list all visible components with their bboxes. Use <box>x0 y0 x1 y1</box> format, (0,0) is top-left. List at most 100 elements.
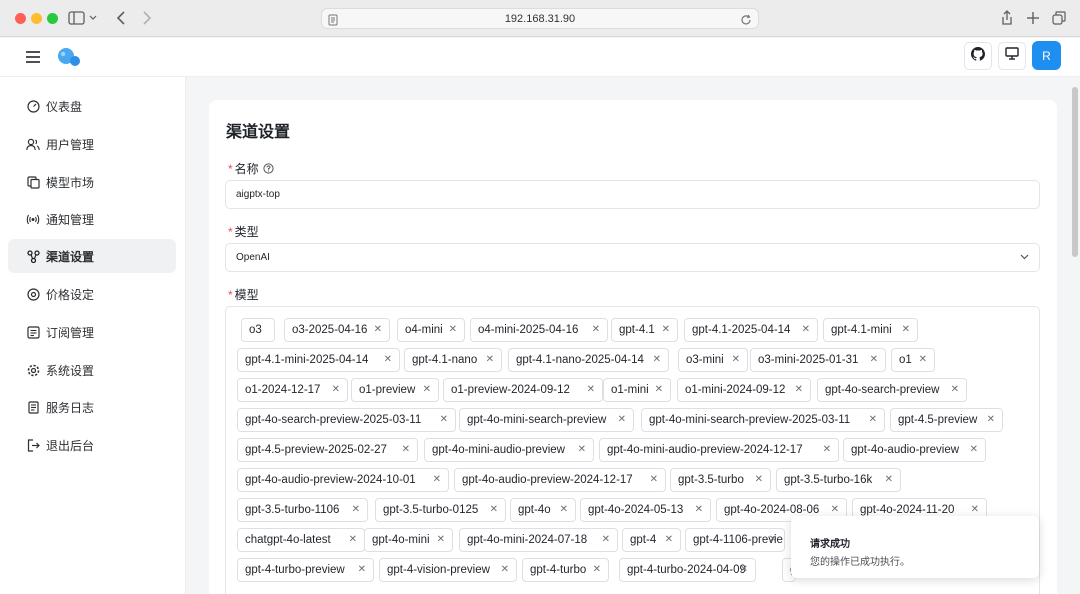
forward-icon[interactable] <box>140 9 154 27</box>
remove-tag-icon[interactable]: ✕ <box>486 349 494 371</box>
model-tag[interactable]: gpt-4-turbo-preview ✕ <box>237 558 374 582</box>
model-tag[interactable]: o3 <box>241 318 275 342</box>
sidebar-item-channels[interactable]: 渠道设置 <box>8 239 176 273</box>
model-tag[interactable]: gpt-3.5-turbo ✕ <box>670 468 771 492</box>
remove-tag-icon[interactable]: ✕ <box>740 559 748 581</box>
model-tag[interactable]: gpt-4-vision-preview ✕ <box>379 558 517 582</box>
model-tag[interactable]: o3-2025-04-16 ✕ <box>284 318 390 342</box>
remove-tag-icon[interactable]: ✕ <box>352 499 360 521</box>
remove-tag-icon[interactable]: ✕ <box>402 439 410 461</box>
remove-tag-icon[interactable]: ✕ <box>795 379 803 401</box>
remove-tag-icon[interactable]: ✕ <box>587 379 595 401</box>
sidebar-item-system-settings[interactable]: 系统设置 <box>8 353 176 387</box>
remove-tag-icon[interactable]: ✕ <box>987 409 995 431</box>
model-tag[interactable]: gpt-4o-mini-search-preview-2025-03-11 ✕ <box>641 408 885 432</box>
remove-tag-icon[interactable]: ✕ <box>802 319 810 341</box>
remove-tag-icon[interactable]: ✕ <box>665 529 673 551</box>
remove-tag-icon[interactable]: ✕ <box>655 379 663 401</box>
remove-tag-icon[interactable]: ✕ <box>618 409 626 431</box>
model-tag[interactable]: gpt-4o-mini-search-preview ✕ <box>459 408 634 432</box>
model-tag[interactable]: gpt-4o-mini ✕ <box>364 528 453 552</box>
remove-tag-icon[interactable]: ✕ <box>433 469 441 491</box>
remove-tag-icon[interactable]: ✕ <box>653 349 661 371</box>
zoom-window-button[interactable] <box>47 13 58 24</box>
model-tag[interactable]: gpt-4o-mini-audio-preview-2024-12-17 ✕ <box>599 438 839 462</box>
remove-tag-icon[interactable]: ✕ <box>870 349 878 371</box>
model-tag[interactable]: gpt-4.5-preview-2025-02-27 ✕ <box>237 438 418 462</box>
model-tag[interactable]: o4-mini-2025-04-16 ✕ <box>470 318 608 342</box>
model-tag[interactable]: gpt-4o ✕ <box>510 498 576 522</box>
model-tag[interactable]: gpt-4-turbo-2024-04-09 ✕ <box>619 558 756 582</box>
remove-tag-icon[interactable]: ✕ <box>490 499 498 521</box>
remove-tag-icon[interactable]: ✕ <box>358 559 366 581</box>
remove-tag-icon[interactable]: ✕ <box>437 529 445 551</box>
remove-tag-icon[interactable]: ✕ <box>592 319 600 341</box>
address-bar[interactable]: 192.168.31.90 <box>321 8 759 29</box>
remove-tag-icon[interactable]: ✕ <box>869 409 877 431</box>
remove-tag-icon[interactable]: ✕ <box>885 469 893 491</box>
model-tag[interactable]: gpt-4.1-mini-2025-04-14 ✕ <box>237 348 400 372</box>
sidebar-item-notifications[interactable]: 通知管理 <box>8 202 176 236</box>
remove-tag-icon[interactable]: ✕ <box>919 349 927 371</box>
model-tag[interactable]: o1 ✕ <box>891 348 935 372</box>
model-tag[interactable]: gpt-4o-search-preview-2025-03-11 ✕ <box>237 408 456 432</box>
remove-tag-icon[interactable]: ✕ <box>593 559 601 581</box>
name-input[interactable]: aigptx-top <box>225 180 1040 209</box>
model-tag[interactable]: gpt-4o-2024-05-13 ✕ <box>580 498 711 522</box>
model-tag[interactable]: o1-2024-12-17 ✕ <box>237 378 348 402</box>
model-tag[interactable]: gpt-3.5-turbo-1106 ✕ <box>237 498 368 522</box>
model-tag[interactable]: gpt-4o-audio-preview-2024-10-01 ✕ <box>237 468 449 492</box>
remove-tag-icon[interactable]: ✕ <box>384 349 392 371</box>
model-tag[interactable]: o4-mini ✕ <box>397 318 465 342</box>
model-tag[interactable]: gpt-4.1-2025-04-14 ✕ <box>684 318 818 342</box>
new-tab-icon[interactable] <box>1025 9 1041 27</box>
remove-tag-icon[interactable]: ✕ <box>423 379 431 401</box>
remove-tag-icon[interactable]: ✕ <box>662 319 670 341</box>
sidebar-item-logout[interactable]: 退出后台 <box>8 428 176 462</box>
remove-tag-icon[interactable]: ✕ <box>902 319 910 341</box>
remove-tag-icon[interactable]: ✕ <box>374 319 382 341</box>
sidebar-item-pricing[interactable]: 价格设定 <box>8 277 176 311</box>
model-tag[interactable]: o3-mini-2025-01-31 ✕ <box>750 348 886 372</box>
remove-tag-icon[interactable]: ✕ <box>578 439 586 461</box>
remove-tag-icon[interactable]: ✕ <box>769 529 777 551</box>
sidebar-item-model-market[interactable]: 模型市场 <box>8 165 176 199</box>
model-tag[interactable]: gpt-4.1-mini ✕ <box>823 318 918 342</box>
scrollbar-thumb[interactable] <box>1072 87 1078 257</box>
model-tag[interactable]: gpt-4o-audio-preview ✕ <box>843 438 986 462</box>
app-logo[interactable] <box>56 46 82 73</box>
tab-overview-icon[interactable] <box>1051 9 1067 27</box>
github-button[interactable] <box>964 42 992 70</box>
back-icon[interactable] <box>114 9 128 27</box>
model-tag[interactable]: gpt-4-turbo ✕ <box>522 558 609 582</box>
model-tag[interactable]: gpt-4o-mini-2024-07-18 ✕ <box>459 528 618 552</box>
minimize-window-button[interactable] <box>31 13 42 24</box>
model-tag[interactable]: o1-preview ✕ <box>351 378 439 402</box>
model-tag[interactable]: gpt-3.5-turbo-16k ✕ <box>776 468 901 492</box>
model-tag[interactable]: gpt-4 ✕ <box>622 528 681 552</box>
sidebar-item-dashboard[interactable]: 仪表盘 <box>8 89 176 123</box>
menu-icon[interactable] <box>26 50 40 68</box>
remove-tag-icon[interactable]: ✕ <box>732 349 740 371</box>
model-tag[interactable]: gpt-4o-audio-preview-2024-12-17 ✕ <box>454 468 666 492</box>
reload-icon[interactable] <box>740 13 752 31</box>
model-tag[interactable]: chatgpt-4o-latest ✕ <box>237 528 365 552</box>
sidebar-item-users[interactable]: 用户管理 <box>8 127 176 161</box>
page-scrollbar[interactable] <box>1070 77 1080 594</box>
model-tag[interactable]: gpt-4o-mini-audio-preview ✕ <box>424 438 594 462</box>
model-tag[interactable]: gpt-4.5-preview ✕ <box>890 408 1003 432</box>
model-tag[interactable]: o1-mini-2024-09-12 ✕ <box>677 378 811 402</box>
close-window-button[interactable] <box>15 13 26 24</box>
remove-tag-icon[interactable]: ✕ <box>695 499 703 521</box>
type-select[interactable]: OpenAI <box>225 243 1040 272</box>
remove-tag-icon[interactable]: ✕ <box>823 439 831 461</box>
remove-tag-icon[interactable]: ✕ <box>602 529 610 551</box>
model-tag[interactable]: o1-preview-2024-09-12 ✕ <box>443 378 603 402</box>
avatar[interactable]: R <box>1032 41 1061 70</box>
theme-button[interactable] <box>998 42 1026 70</box>
model-tag[interactable]: gpt-4.1-nano ✕ <box>404 348 502 372</box>
model-tag[interactable]: gpt-4-1106-previe ✕ <box>685 528 785 552</box>
sidebar-toggle-icon[interactable] <box>68 9 98 27</box>
remove-tag-icon[interactable]: ✕ <box>755 469 763 491</box>
model-tag[interactable]: o1-mini ✕ <box>603 378 671 402</box>
